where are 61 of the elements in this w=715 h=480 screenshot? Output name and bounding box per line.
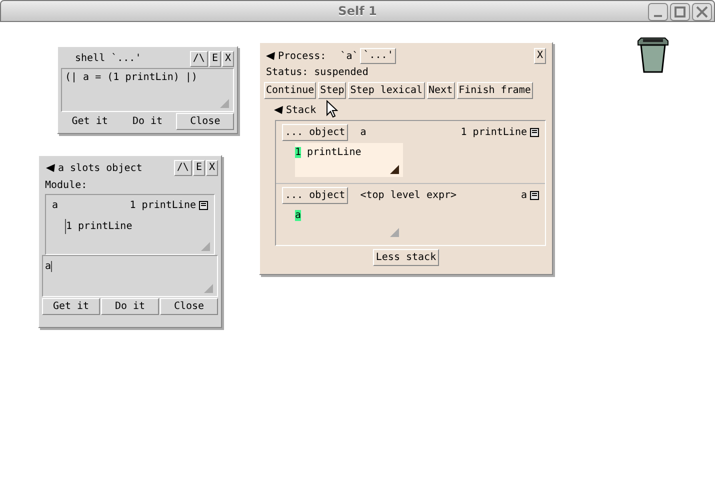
action-button[interactable]: Do it (118, 113, 176, 130)
mouse-pointer-icon (326, 100, 338, 118)
collapse-icon[interactable] (530, 191, 539, 200)
action-button[interactable]: Get it (42, 298, 100, 315)
debugger-button[interactable]: Finish frame (456, 82, 533, 99)
receiver-button[interactable]: ... object (282, 124, 348, 141)
slot-value: 1 printLine (130, 199, 196, 213)
debugger-button[interactable]: Next (426, 82, 455, 99)
window-title: Process: (278, 50, 326, 64)
window-title: shell `...' (75, 52, 142, 66)
debugger-button[interactable]: Continue (264, 82, 316, 99)
resize-grip-icon[interactable] (201, 242, 210, 251)
trash-can-icon[interactable] (637, 37, 669, 73)
title-bar-button[interactable]: E (208, 50, 221, 67)
close-icon[interactable] (692, 3, 712, 21)
expander-triangle-icon[interactable] (46, 164, 56, 172)
window-title: a slots object (58, 162, 142, 176)
dismiss-button[interactable]: X (534, 48, 546, 64)
evaluator-text: a (45, 261, 52, 272)
frame-value: a (520, 189, 527, 203)
title-bar-button[interactable]: /\ (174, 160, 192, 176)
selector-label: a (360, 126, 366, 140)
resize-grip-icon[interactable] (204, 284, 213, 293)
frame-code[interactable]: 1 printLine (295, 143, 403, 177)
code-text: (| a = (1 printLin) |) (65, 72, 198, 84)
stack-label: Stack (286, 104, 316, 118)
action-button[interactable]: Get it (61, 113, 119, 130)
frame-value: 1 printLine (460, 126, 527, 140)
receiver-button[interactable]: ... object (282, 187, 348, 204)
module-label: Module: (44, 179, 88, 193)
receiver-label: `a` (340, 50, 358, 64)
selector-label: <top level expr> (360, 189, 457, 203)
resize-grip-icon[interactable] (390, 228, 399, 237)
collapse-icon[interactable] (199, 201, 208, 210)
title-bar-button[interactable]: X (222, 50, 234, 67)
status-text: Status: suspended (266, 66, 370, 80)
code-text: 1 printLine (295, 147, 362, 158)
slot-name: a (52, 199, 58, 213)
window-title: Self 1 (338, 3, 377, 20)
expander-triangle-icon[interactable] (274, 106, 284, 114)
expander-triangle-icon[interactable] (266, 52, 276, 60)
title-bar-button[interactable]: /\ (190, 50, 208, 67)
more-button[interactable]: `...' (360, 48, 396, 64)
resize-grip-icon[interactable] (390, 165, 399, 174)
collapse-icon[interactable] (530, 128, 539, 137)
debugger-button[interactable]: Step lexical (348, 82, 425, 99)
frame-code[interactable]: a (295, 206, 403, 240)
maximize-icon[interactable] (670, 3, 690, 21)
debugger-button[interactable]: Step (318, 82, 346, 99)
action-button[interactable]: Close (160, 298, 218, 315)
less-stack-button[interactable]: Less stack (372, 249, 440, 266)
title-bar-button[interactable]: X (206, 160, 218, 176)
action-button[interactable]: Do it (101, 298, 159, 315)
code-text: a (295, 210, 302, 221)
action-button[interactable]: Close (176, 113, 234, 130)
title-bar-button[interactable]: E (192, 160, 205, 176)
minimize-icon[interactable] (648, 3, 668, 21)
resize-grip-icon[interactable] (220, 99, 229, 108)
slot-code: 1 printLine (65, 219, 132, 234)
code-editor[interactable]: (| a = (1 printLin) |) (61, 68, 234, 112)
evaluator-field[interactable]: a (42, 255, 218, 297)
